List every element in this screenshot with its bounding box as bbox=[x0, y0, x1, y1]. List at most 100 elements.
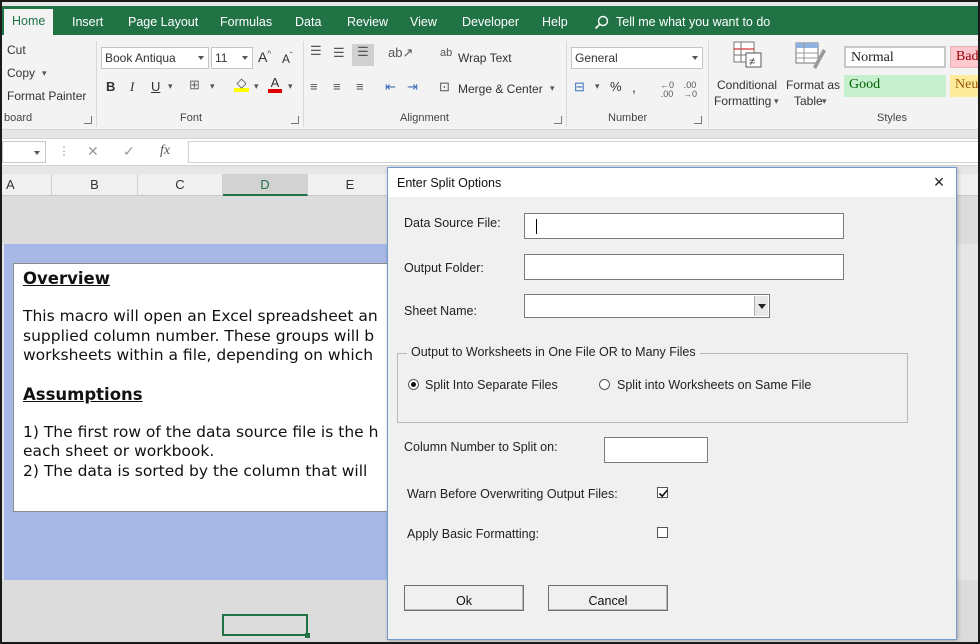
column-header-d[interactable]: D bbox=[223, 174, 308, 196]
column-header-b[interactable]: B bbox=[52, 174, 138, 196]
styles-group-label: Styles bbox=[877, 112, 907, 124]
tab-home[interactable]: Home bbox=[4, 9, 54, 35]
number-launcher-icon[interactable] bbox=[694, 116, 702, 124]
ok-button[interactable]: Ok bbox=[404, 585, 524, 611]
decrease-indent-icon[interactable]: ⇤ bbox=[385, 79, 396, 95]
tab-view[interactable]: View bbox=[402, 10, 445, 35]
chevron-down-icon[interactable] bbox=[754, 296, 768, 316]
column-header-c[interactable]: C bbox=[138, 174, 223, 196]
tab-data[interactable]: Data bbox=[287, 10, 329, 35]
bottom-align-icon[interactable]: ☰ bbox=[352, 44, 374, 66]
active-cell[interactable] bbox=[222, 614, 310, 638]
merge-dropdown-icon[interactable]: ▾ bbox=[550, 83, 555, 94]
alignment-launcher-icon[interactable] bbox=[554, 116, 562, 124]
style-normal[interactable]: Normal bbox=[844, 46, 946, 68]
tab-page-layout[interactable]: Page Layout bbox=[120, 10, 206, 35]
wrap-text-icon: ab bbox=[440, 47, 453, 59]
merge-center-button[interactable]: Merge & Center bbox=[458, 82, 543, 96]
radio-same-file[interactable] bbox=[599, 379, 610, 390]
name-box[interactable] bbox=[2, 141, 46, 163]
middle-align-icon[interactable]: ☰ bbox=[333, 45, 345, 61]
orientation-icon[interactable]: ab↗ bbox=[388, 45, 413, 61]
tell-me-search[interactable]: Tell me what you want to do bbox=[594, 10, 770, 35]
font-launcher-icon[interactable] bbox=[291, 116, 299, 124]
underline-dropdown-icon[interactable]: ▾ bbox=[168, 81, 173, 92]
style-neutral[interactable]: Neu bbox=[950, 75, 978, 97]
formula-bar-grip-icon: ⋮ bbox=[58, 144, 70, 158]
format-painter-button[interactable]: Format Painter bbox=[7, 89, 86, 103]
format-as-table-dropdown-icon[interactable]: ▾ bbox=[822, 96, 827, 107]
style-bad[interactable]: Bad bbox=[950, 46, 978, 68]
comma-style-icon[interactable]: , bbox=[632, 79, 636, 95]
warn-overwrite-checkbox[interactable] bbox=[657, 487, 669, 498]
conditional-formatting-label-2[interactable]: Formatting bbox=[714, 94, 771, 108]
confirm-entry-icon[interactable]: ✓ bbox=[123, 143, 135, 160]
tab-help[interactable]: Help bbox=[534, 10, 576, 35]
fill-color-dropdown-icon[interactable]: ▾ bbox=[254, 81, 259, 92]
apply-formatting-checkbox[interactable] bbox=[657, 527, 668, 538]
increase-font-icon[interactable]: A^ bbox=[258, 49, 271, 65]
tab-developer[interactable]: Developer bbox=[454, 10, 527, 35]
bold-button[interactable]: B bbox=[106, 79, 115, 94]
column-number-label: Column Number to Split on: bbox=[404, 440, 558, 454]
tab-formulas[interactable]: Formulas bbox=[212, 10, 280, 35]
number-format-combo[interactable]: General bbox=[571, 47, 703, 69]
underline-button[interactable]: U bbox=[151, 79, 160, 94]
conditional-dropdown-icon[interactable]: ▾ bbox=[774, 96, 779, 107]
format-as-table-icon bbox=[795, 41, 827, 74]
conditional-formatting-label-1[interactable]: Conditional bbox=[717, 78, 777, 92]
increase-decimal-icon[interactable]: ←0.00 bbox=[660, 81, 674, 99]
data-source-input[interactable] bbox=[524, 213, 844, 239]
increase-indent-icon[interactable]: ⇥ bbox=[407, 79, 418, 95]
font-color-icon[interactable]: A bbox=[268, 75, 282, 93]
search-icon bbox=[594, 15, 609, 30]
formula-input[interactable] bbox=[188, 141, 978, 163]
top-align-icon[interactable]: ☰ bbox=[310, 43, 322, 59]
dialog-title-bar[interactable]: Enter Split Options × bbox=[388, 168, 956, 197]
font-name-combo[interactable]: Book Antiqua bbox=[101, 47, 209, 69]
instructions-textbox[interactable]: Overview This macro will open an Excel s… bbox=[13, 263, 403, 512]
font-color-dropdown-icon[interactable]: ▾ bbox=[288, 81, 293, 92]
percent-button[interactable]: % bbox=[610, 79, 622, 94]
group-divider bbox=[96, 41, 97, 127]
sheet-name-combo[interactable] bbox=[524, 294, 770, 318]
output-folder-input[interactable] bbox=[524, 254, 844, 280]
radio-same-file-label[interactable]: Split into Worksheets on Same File bbox=[617, 378, 811, 392]
font-size-value: 11 bbox=[215, 51, 228, 65]
column-header-a[interactable]: A bbox=[2, 174, 52, 196]
column-number-input[interactable] bbox=[604, 437, 708, 463]
cut-button[interactable]: Cut bbox=[7, 43, 26, 57]
decrease-font-icon[interactable]: Aˇ bbox=[282, 51, 293, 66]
align-center-icon[interactable]: ≡ bbox=[333, 79, 341, 94]
decrease-decimal-icon[interactable]: .00 →0 bbox=[683, 81, 697, 99]
style-good[interactable]: Good bbox=[844, 75, 946, 97]
cancel-button[interactable]: Cancel bbox=[548, 585, 668, 611]
close-icon[interactable]: × bbox=[930, 173, 948, 191]
accounting-dropdown-icon[interactable]: ▾ bbox=[595, 81, 600, 92]
fill-color-icon[interactable]: ◇ bbox=[234, 75, 249, 92]
insert-function-button[interactable]: fx bbox=[160, 143, 170, 159]
split-options-dialog: Enter Split Options × Data Source File: … bbox=[387, 167, 957, 640]
format-as-table-label-1[interactable]: Format as bbox=[786, 78, 840, 92]
clipboard-launcher-icon[interactable] bbox=[84, 116, 92, 124]
borders-dropdown-icon[interactable]: ▾ bbox=[210, 81, 215, 92]
clipboard-group-label: board bbox=[4, 112, 33, 124]
radio-separate-files-label[interactable]: Split Into Separate Files bbox=[425, 378, 558, 392]
conditional-formatting-icon: ≠ bbox=[733, 41, 763, 72]
accounting-format-icon[interactable]: ⊟ bbox=[574, 79, 585, 95]
fill-handle[interactable] bbox=[305, 633, 310, 638]
italic-button[interactable]: I bbox=[130, 79, 134, 95]
wrap-text-button[interactable]: Wrap Text bbox=[458, 51, 512, 65]
tab-insert[interactable]: Insert bbox=[64, 10, 111, 35]
tab-review[interactable]: Review bbox=[339, 10, 396, 35]
copy-dropdown-icon[interactable]: ▾ bbox=[42, 68, 47, 79]
radio-separate-files[interactable] bbox=[408, 379, 419, 390]
borders-icon[interactable]: ⊞ bbox=[189, 77, 200, 93]
copy-button[interactable]: Copy bbox=[7, 66, 35, 80]
align-right-icon[interactable]: ≡ bbox=[356, 79, 364, 94]
cancel-entry-icon[interactable]: ✕ bbox=[87, 143, 99, 160]
align-left-icon[interactable]: ≡ bbox=[310, 79, 318, 94]
font-size-combo[interactable]: 11 bbox=[211, 47, 253, 69]
column-header-e[interactable]: E bbox=[308, 174, 393, 196]
format-as-table-label-2[interactable]: Table bbox=[794, 94, 823, 108]
